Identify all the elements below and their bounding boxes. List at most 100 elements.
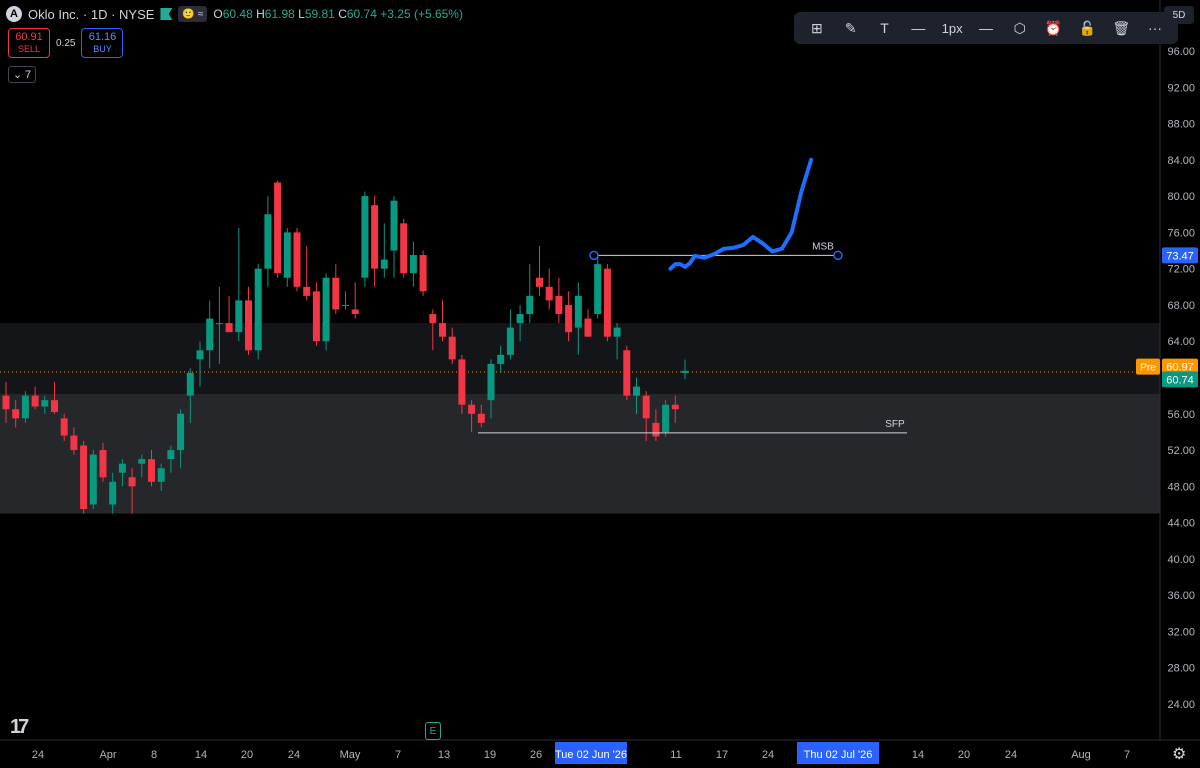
- price-chart[interactable]: 24.00 28.00 32.00 36.00 40.00 44.00 48.00 52.00…: [0, 0, 1200, 768]
- y-tick-label: 52.00: [1167, 445, 1195, 457]
- candle-body: [235, 300, 243, 333]
- y-tick-label: 88.00: [1167, 119, 1195, 131]
- candle-body: [70, 435, 78, 451]
- line-width-label[interactable]: 1px: [941, 16, 963, 40]
- candle-body: [293, 232, 301, 287]
- candle-body: [419, 255, 427, 292]
- more-icon[interactable]: ···: [1144, 16, 1166, 40]
- candle-body: [506, 327, 514, 355]
- candle-body: [118, 463, 126, 473]
- low-key: L: [298, 7, 305, 21]
- x-tick-label: 24: [288, 749, 300, 761]
- x-tick-label: 26: [530, 749, 542, 761]
- candle-body: [409, 255, 417, 274]
- sfp-label: SFP: [885, 419, 905, 430]
- candle-body: [536, 277, 543, 287]
- candle-body: [215, 323, 223, 325]
- candle-body: [390, 200, 398, 251]
- symbol-tags[interactable]: 🙂 ≈: [178, 6, 208, 22]
- candle-body: [274, 182, 282, 274]
- layout-icon[interactable]: ⊞: [806, 16, 828, 40]
- wave-tag-icon: ≈: [197, 8, 204, 20]
- sell-price: 60.91: [15, 31, 43, 43]
- y-tick-label: 48.00: [1167, 481, 1195, 493]
- candle-body: [312, 291, 320, 342]
- candle-body: [603, 268, 611, 337]
- open-value: 60.48: [222, 7, 253, 21]
- candle-body: [245, 300, 252, 351]
- y-tick-label: 80.00: [1167, 191, 1195, 203]
- candle-body: [380, 259, 388, 269]
- candle-body: [2, 395, 10, 410]
- y-tick-label: 92.00: [1167, 82, 1195, 94]
- tradingview-logo[interactable]: 17: [10, 716, 29, 739]
- candle-body: [60, 418, 68, 436]
- candle-body: [613, 327, 621, 337]
- unlock-icon[interactable]: 🔓: [1076, 16, 1098, 40]
- open-key: O: [213, 7, 223, 21]
- candle-body: [41, 400, 49, 407]
- pencil-icon[interactable]: ✎: [840, 16, 862, 40]
- candle-body: [516, 314, 524, 324]
- price-label-text: 73.47: [1166, 250, 1194, 262]
- candle-body: [468, 404, 476, 414]
- candle-body: [342, 304, 349, 306]
- candle-body: [21, 395, 29, 419]
- x-tick-label: 11: [670, 749, 681, 761]
- candle-body: [439, 323, 446, 337]
- trash-icon[interactable]: 🗑: [1110, 16, 1132, 40]
- dash-style-icon[interactable]: —: [975, 16, 997, 40]
- earnings-event-badge[interactable]: E: [425, 722, 441, 740]
- candle-body: [400, 223, 408, 274]
- change-value: +3.25 (+5.65%): [380, 7, 463, 21]
- flag-icon[interactable]: [160, 8, 173, 20]
- x-tick-label: 20: [241, 749, 253, 761]
- close-value: 60.74: [346, 7, 377, 21]
- candle-body: [31, 395, 39, 407]
- candle-body: [429, 314, 437, 324]
- y-tick-label: 72.00: [1167, 264, 1195, 276]
- symbol-title[interactable]: Oklo Inc. · 1D · NYSE: [28, 7, 154, 22]
- candle-body: [681, 370, 689, 373]
- line-style-icon[interactable]: —: [907, 16, 929, 40]
- sell-label: SELL: [17, 44, 41, 54]
- gear-icon[interactable]: ⚙: [1172, 744, 1186, 764]
- candle-body: [148, 459, 155, 482]
- indicators-toggle[interactable]: ⌄ 7: [8, 66, 36, 83]
- y-tick-label: 32.00: [1167, 626, 1195, 638]
- candle-body: [448, 336, 456, 360]
- buy-price: 61.16: [88, 31, 117, 43]
- candle-body: [671, 404, 679, 410]
- x-tick-label: 13: [438, 749, 450, 761]
- candle-body: [662, 404, 670, 432]
- candle-body: [303, 286, 311, 296]
- buy-button[interactable]: 61.16 BUY: [81, 28, 124, 58]
- x-tick-label: 7: [395, 749, 401, 761]
- alarm-icon[interactable]: ⏰: [1043, 16, 1065, 40]
- sell-button[interactable]: 60.91 SELL: [8, 28, 50, 58]
- y-tick-label: 56.00: [1167, 409, 1195, 421]
- candle-body: [157, 468, 165, 482]
- x-tick-label: Apr: [99, 749, 116, 761]
- high-key: H: [256, 7, 265, 21]
- chevron-down-icon: ⌄: [12, 69, 23, 81]
- candle-body: [332, 277, 340, 310]
- candle-body: [477, 413, 485, 423]
- text-icon[interactable]: T: [874, 16, 896, 40]
- y-tick-label: 36.00: [1167, 590, 1195, 602]
- candle-body: [594, 264, 602, 315]
- candle-body: [138, 459, 146, 464]
- x-tick-label: 7: [1124, 749, 1130, 761]
- x-tick-label: 24: [1005, 749, 1017, 761]
- x-highlight-label: Tue 02 Jun '26: [555, 749, 627, 761]
- candle-body: [623, 350, 631, 396]
- candle-body: [584, 318, 592, 337]
- settings-hex-icon[interactable]: ⬡: [1009, 16, 1031, 40]
- timeframe-corner-button[interactable]: 5D: [1164, 6, 1194, 24]
- price-prefix-text: Pre: [1140, 363, 1156, 374]
- x-tick-label: 17: [716, 749, 728, 761]
- candle-body: [371, 205, 379, 269]
- y-tick-label: 76.00: [1167, 227, 1195, 239]
- y-tick-label: 84.00: [1167, 155, 1195, 167]
- candle-body: [264, 214, 272, 269]
